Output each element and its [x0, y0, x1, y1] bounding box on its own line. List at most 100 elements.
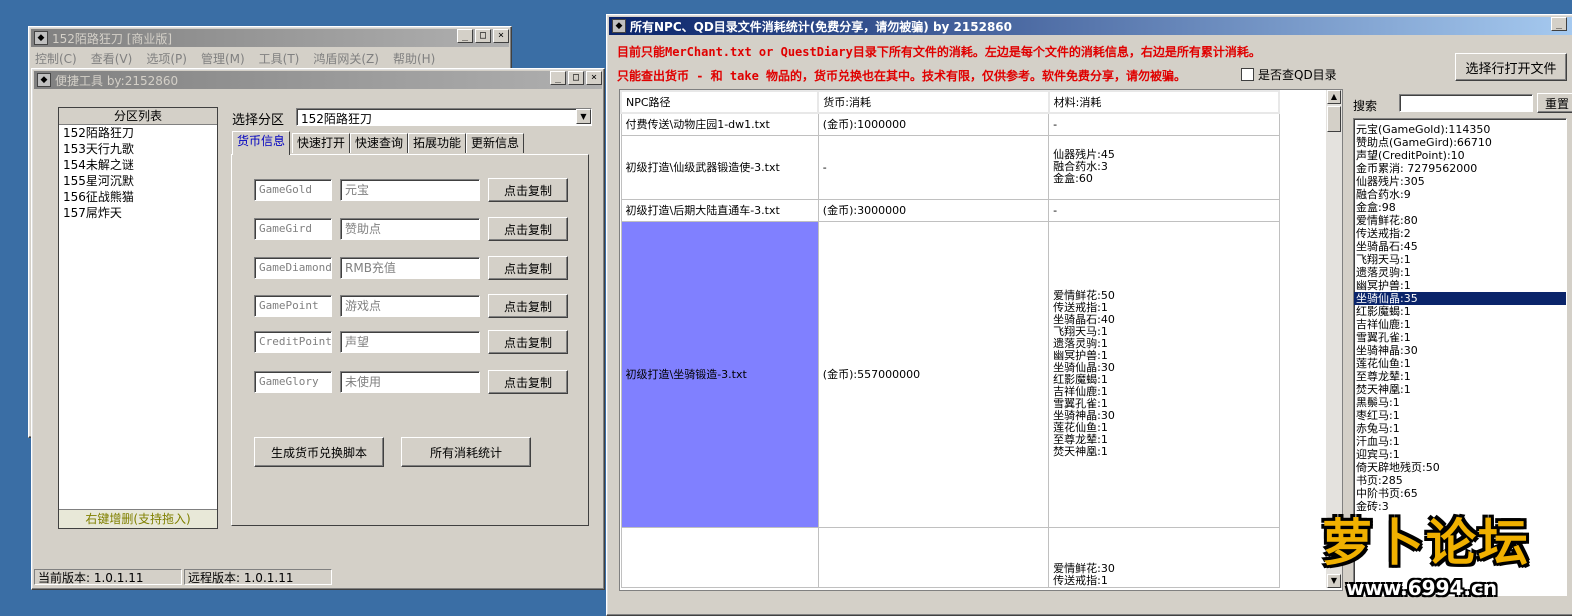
list-item[interactable]: 157屌炸天	[63, 205, 217, 221]
cell-currency[interactable]: -	[817, 134, 1050, 200]
tab-update-info[interactable]: 更新信息	[466, 133, 525, 153]
qd-checkbox[interactable]: 是否查QD目录	[1241, 66, 1337, 83]
scroll-up-icon[interactable]: ▲	[1327, 90, 1341, 104]
list-item[interactable]: 152陌路狂刀	[63, 125, 217, 141]
maximize-button[interactable]: □	[568, 71, 584, 85]
totals-list-item[interactable]: 坐骑神晶:30	[1354, 344, 1566, 357]
open-file-button[interactable]: 选择行打开文件	[1455, 53, 1567, 81]
table-row[interactable]: 初级打造\后期大陆直通车-3.txt (金币):3000000 -	[620, 198, 1280, 222]
currency-code-field[interactable]: GamePoint	[254, 295, 332, 317]
minimize-button[interactable]: _	[550, 71, 566, 85]
totals-list-item[interactable]: 幽冥护兽:1	[1354, 279, 1566, 292]
currency-name-field[interactable]: 元宝	[340, 179, 480, 201]
menu-options[interactable]: 选项(P)	[146, 50, 187, 67]
cell-currency[interactable]: (金币):557000000	[817, 220, 1050, 528]
cell-materials[interactable]: -	[1048, 198, 1280, 222]
menu-control[interactable]: 控制(C)	[35, 50, 77, 67]
table-row[interactable]: 付费传送\动物庄园1-dw1.txt (金币):1000000 -	[620, 112, 1280, 136]
cell-path[interactable]	[620, 526, 819, 588]
totals-list-item[interactable]: 雪翼孔雀:1	[1354, 331, 1566, 344]
totals-list-item[interactable]: 赤兔马:1	[1354, 422, 1566, 435]
totals-list-item[interactable]: 坐骑仙晶:35	[1354, 292, 1566, 305]
cell-materials[interactable]: 爱情鲜花:30 传送戒指:1	[1048, 526, 1280, 588]
totals-list-item[interactable]: 莲花仙鱼:1	[1354, 357, 1566, 370]
list-item[interactable]: 156征战熊猫	[63, 189, 217, 205]
currency-name-field[interactable]: 未使用	[340, 371, 480, 393]
copy-button[interactable]: 点击复制	[488, 217, 568, 241]
scroll-thumb[interactable]	[1327, 106, 1341, 132]
totals-list-item[interactable]: 爱情鲜花:80	[1354, 214, 1566, 227]
totals-list-item[interactable]: 红影魔蝎:1	[1354, 305, 1566, 318]
totals-list-item[interactable]: 倚天辟地残页:50	[1354, 461, 1566, 474]
minimize-button[interactable]: _	[1551, 17, 1567, 31]
minimize-button[interactable]: _	[457, 29, 473, 43]
close-button[interactable]: ×	[493, 29, 509, 43]
stats-window-titlebar[interactable]: ◆ 所有NPC、QD目录文件消耗统计(免费分享，请勿被骗) by 2152860	[609, 17, 1572, 35]
table-row[interactable]: 爱情鲜花:30 传送戒指:1	[620, 526, 1280, 588]
list-item[interactable]: 154未解之谜	[63, 157, 217, 173]
cell-materials[interactable]: 仙器残片:45 融合药水:3 金盒:60	[1048, 134, 1280, 200]
tab-quick-query[interactable]: 快速查询	[350, 133, 409, 153]
copy-button[interactable]: 点击复制	[488, 256, 568, 280]
cell-materials[interactable]: 爱情鲜花:50 传送戒指:1 坐骑晶石:40 飞翔天马:1 遗落灵驹:1 幽冥护…	[1048, 220, 1280, 528]
table-row[interactable]: 初级打造\仙级武器锻造使-3.txt - 仙器残片:45 融合药水:3 金盒:6…	[620, 134, 1280, 200]
all-stats-button[interactable]: 所有消耗统计	[401, 437, 531, 467]
copy-button[interactable]: 点击复制	[488, 370, 568, 394]
totals-list-item[interactable]: 金币累消: 7279562000	[1354, 162, 1566, 175]
generate-script-button[interactable]: 生成货币兑换脚本	[254, 437, 384, 467]
currency-code-field[interactable]: CreditPoint	[254, 331, 332, 353]
totals-list-item[interactable]: 仙器残片:305	[1354, 175, 1566, 188]
tool-window-titlebar[interactable]: ◆ 便捷工具 by:2152860	[34, 71, 602, 89]
cell-path[interactable]: 初级打造\后期大陆直通车-3.txt	[620, 198, 819, 222]
currency-code-field[interactable]: GameGird	[254, 218, 332, 240]
copy-button[interactable]: 点击复制	[488, 178, 568, 202]
currency-name-field[interactable]: 声望	[340, 331, 480, 353]
list-item[interactable]: 155星河沉默	[63, 173, 217, 189]
cell-materials[interactable]: -	[1048, 112, 1280, 136]
totals-list-item[interactable]: 金盒:98	[1354, 201, 1566, 214]
totals-list-item[interactable]: 赞助点(GameGird):66710	[1354, 136, 1566, 149]
totals-list-item[interactable]: 汗血马:1	[1354, 435, 1566, 448]
menu-tools[interactable]: 工具(T)	[259, 50, 300, 67]
currency-code-field[interactable]: GameGlory	[254, 371, 332, 393]
copy-button[interactable]: 点击复制	[488, 330, 568, 354]
currency-name-field[interactable]: 游戏点	[340, 295, 480, 317]
totals-list-item[interactable]: 传送戒指:2	[1354, 227, 1566, 240]
reset-button[interactable]: 重置	[1537, 93, 1572, 113]
currency-code-field[interactable]: GameDiamond	[254, 257, 332, 279]
column-header-materials[interactable]: 材料:消耗	[1047, 90, 1281, 114]
tab-quick-open[interactable]: 快速打开	[292, 133, 351, 153]
copy-button[interactable]: 点击复制	[488, 294, 568, 318]
tab-extensions[interactable]: 拓展功能	[408, 133, 467, 153]
cell-path-selected[interactable]: 初级打造\坐骑锻造-3.txt	[620, 220, 819, 528]
cell-path[interactable]: 付费传送\动物庄园1-dw1.txt	[620, 112, 819, 136]
menu-help[interactable]: 帮助(H)	[393, 50, 435, 67]
menu-view[interactable]: 查看(V)	[91, 50, 133, 67]
tab-currency-info[interactable]: 货币信息	[232, 131, 291, 155]
totals-list-item[interactable]: 吉祥仙鹿:1	[1354, 318, 1566, 331]
zone-list[interactable]: 152陌路狂刀 153天行九歌 154未解之谜 155星河沉默 156征战熊猫 …	[59, 125, 217, 509]
main-window-titlebar[interactable]: ◆ 152陌路狂刀 [商业版]	[31, 29, 509, 47]
cell-currency[interactable]	[817, 526, 1050, 588]
cell-currency[interactable]: (金币):3000000	[817, 198, 1050, 222]
currency-code-field[interactable]: GameGold	[254, 179, 332, 201]
currency-name-field[interactable]: RMB充值	[340, 257, 480, 279]
totals-list-item[interactable]: 遗落灵驹:1	[1354, 266, 1566, 279]
maximize-button[interactable]: □	[475, 29, 491, 43]
totals-list-item[interactable]: 融合药水:9	[1354, 188, 1566, 201]
zone-select[interactable]: 152陌路狂刀 ▼	[296, 108, 592, 126]
totals-list-item[interactable]: 坐骑晶石:45	[1354, 240, 1566, 253]
totals-list-item[interactable]: 迎宾马:1	[1354, 448, 1566, 461]
totals-list-item[interactable]: 声望(CreditPoint):10	[1354, 149, 1566, 162]
totals-list-item[interactable]: 元宝(GameGold):114350	[1354, 123, 1566, 136]
totals-list-item[interactable]: 飞翔天马:1	[1354, 253, 1566, 266]
chevron-down-icon[interactable]: ▼	[576, 109, 591, 124]
cell-path[interactable]: 初级打造\仙级武器锻造使-3.txt	[620, 134, 819, 200]
menu-manage[interactable]: 管理(M)	[201, 50, 245, 67]
cell-currency[interactable]: (金币):1000000	[817, 112, 1050, 136]
totals-list-item[interactable]: 中阶书页:65	[1354, 487, 1566, 500]
totals-list-item[interactable]: 书页:285	[1354, 474, 1566, 487]
totals-list-item[interactable]: 至尊龙辇:1	[1354, 370, 1566, 383]
menu-gateway[interactable]: 鸿盾网关(Z)	[313, 50, 379, 67]
close-button[interactable]: ×	[586, 71, 602, 85]
